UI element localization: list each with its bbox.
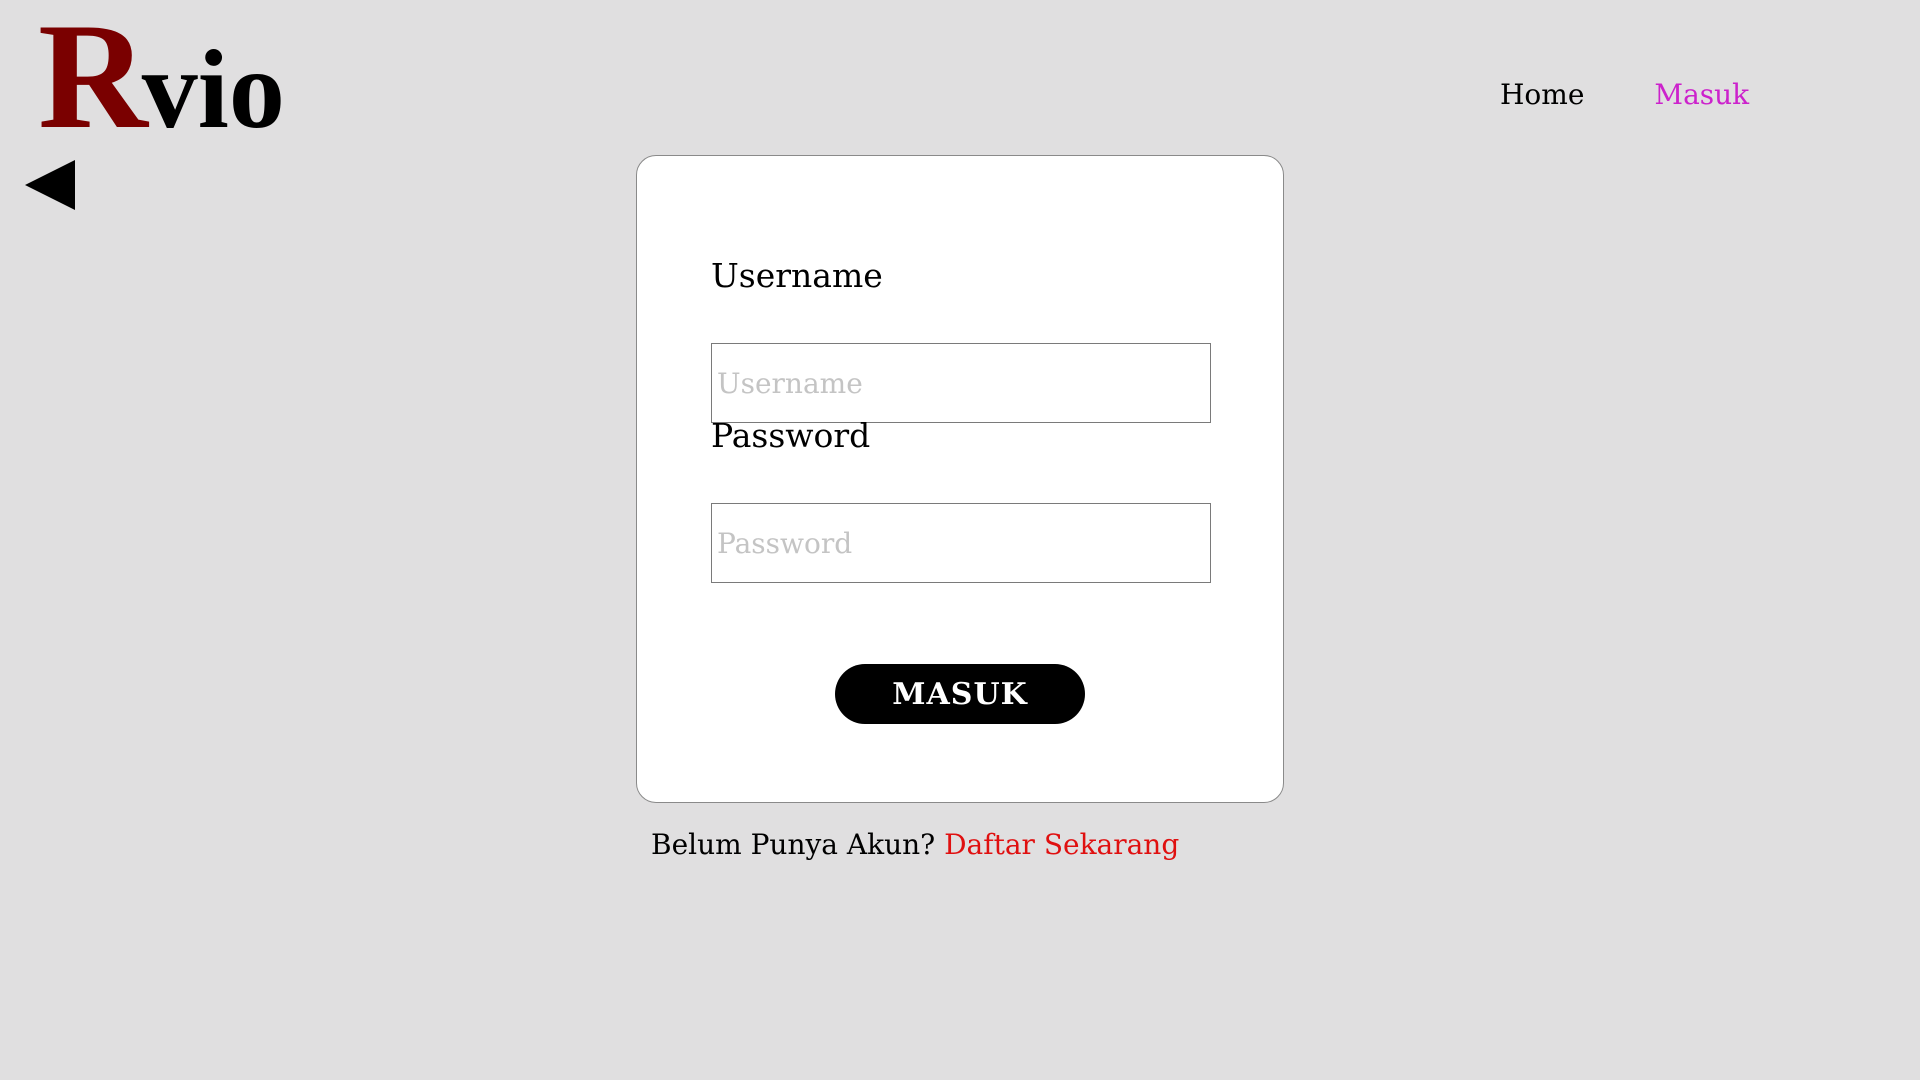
- signup-prompt-text: Belum Punya Akun?: [651, 828, 936, 861]
- signup-prompt: Belum Punya Akun? Daftar Sekarang: [651, 828, 1179, 861]
- back-triangle-icon[interactable]: [25, 160, 75, 210]
- password-label: Password: [711, 416, 871, 455]
- top-nav: Home Masuk: [1500, 78, 1749, 111]
- brand-logo-initial: R: [38, 0, 148, 160]
- brand-logo[interactable]: Rvio: [38, 0, 285, 152]
- username-label: Username: [711, 256, 883, 295]
- password-input[interactable]: [711, 503, 1211, 583]
- nav-home-link[interactable]: Home: [1500, 78, 1584, 111]
- brand-logo-rest: vio: [141, 28, 285, 152]
- signup-link[interactable]: Daftar Sekarang: [944, 828, 1179, 861]
- login-card: Username Password MASUK: [636, 155, 1284, 803]
- username-input[interactable]: [711, 343, 1211, 423]
- masuk-submit-button[interactable]: MASUK: [835, 664, 1085, 724]
- login-page: Rvio Home Masuk Username Password MASUK …: [0, 0, 1920, 1080]
- nav-masuk-link[interactable]: Masuk: [1654, 78, 1749, 111]
